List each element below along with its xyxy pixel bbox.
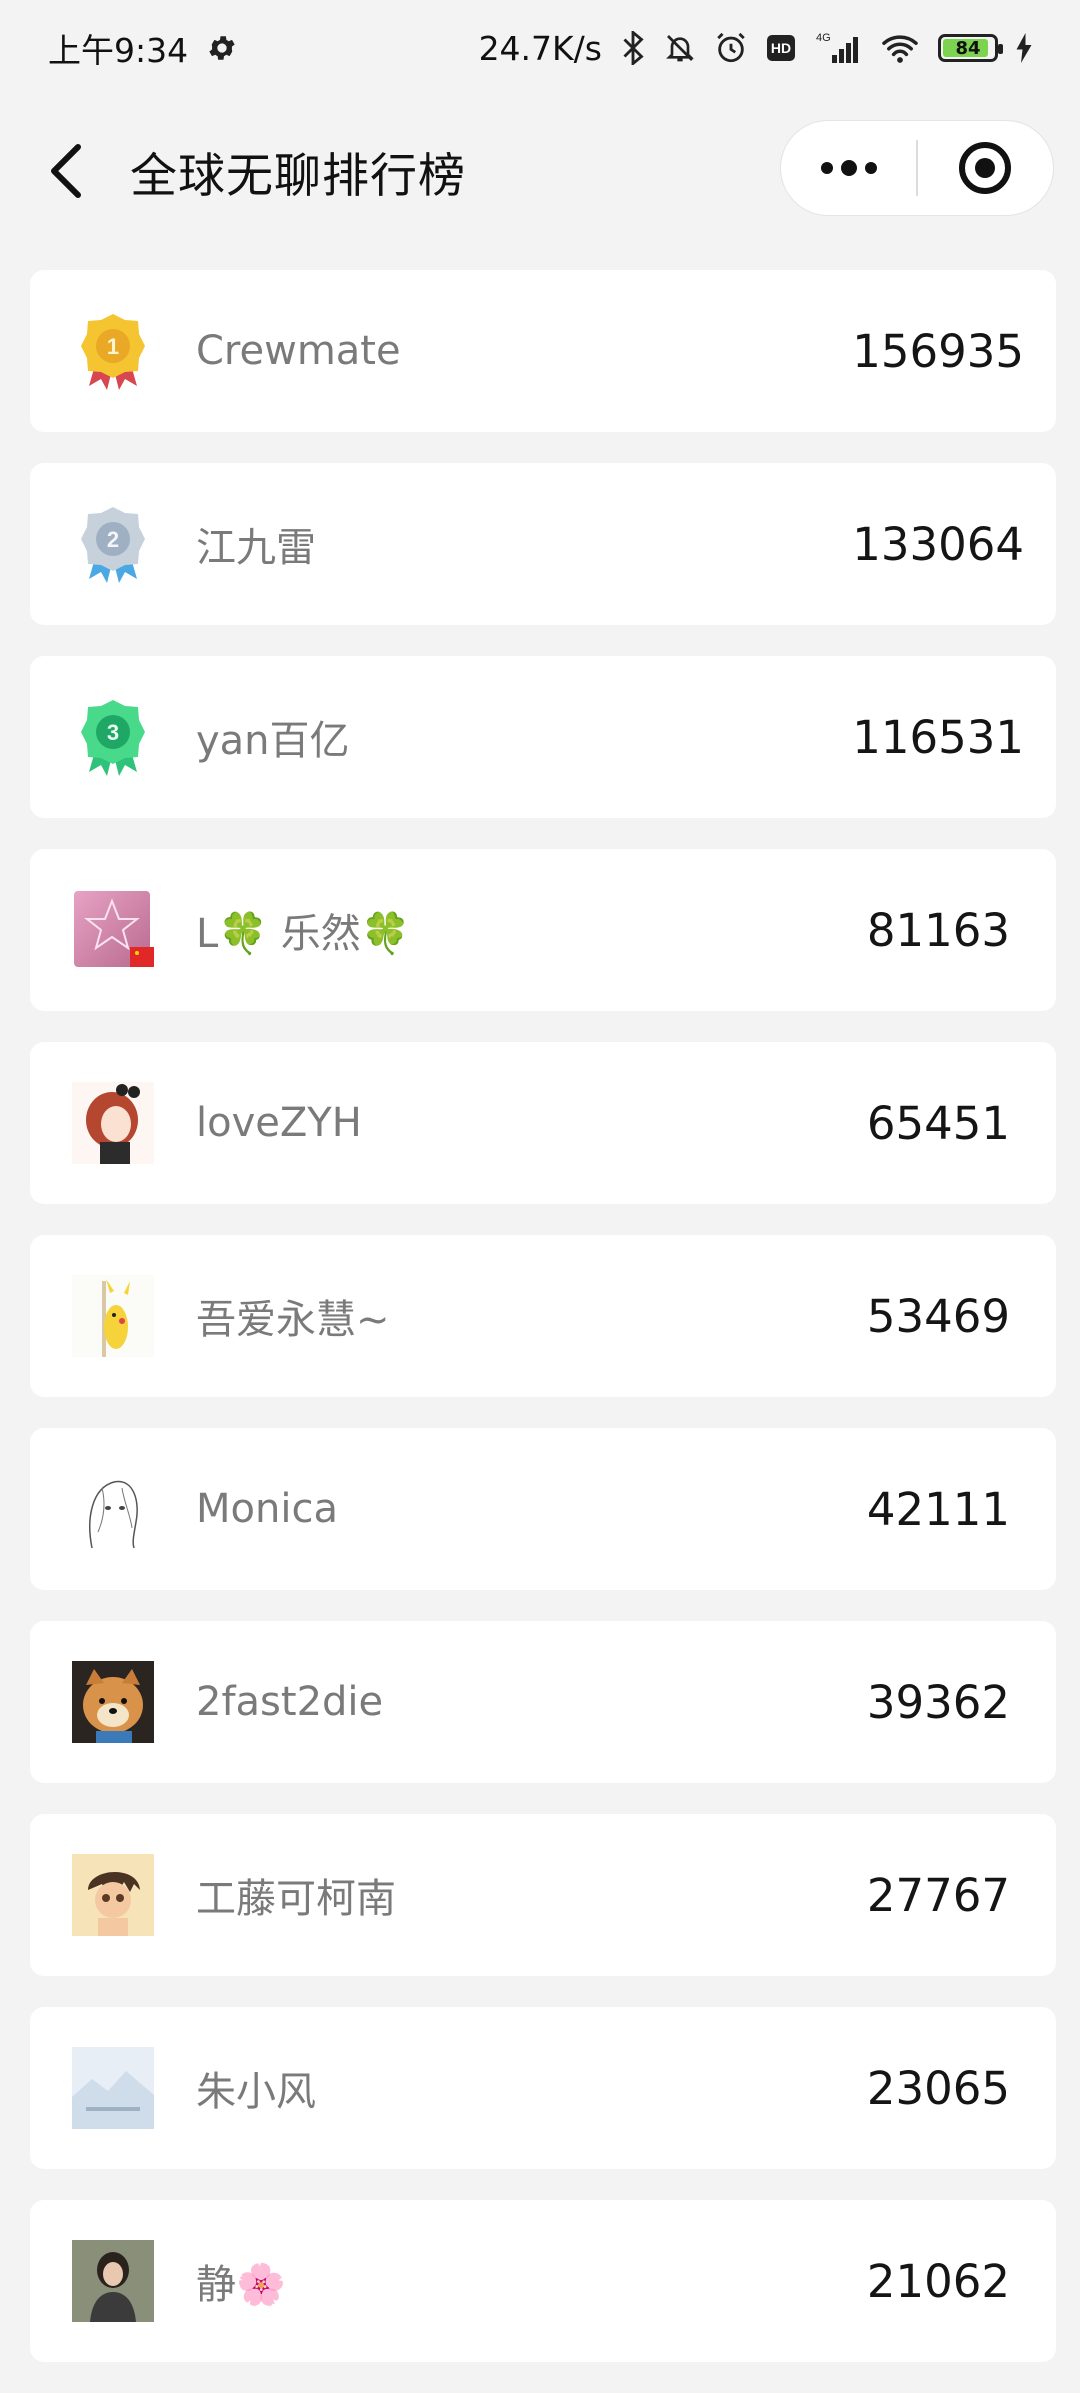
ranking-row[interactable]: L🍀 乐然🍀 81163 <box>30 849 1056 1011</box>
player-name: 朱小风 <box>196 2069 316 2115</box>
nav-header: 全球无聊排行榜 <box>0 96 1080 246</box>
ranking-row[interactable]: 朱小风 23065 <box>30 2007 1056 2169</box>
silver-medal-icon: 2 <box>72 503 154 585</box>
chevron-left-icon <box>51 144 81 198</box>
player-name: L🍀 乐然🍀 <box>196 911 411 957</box>
wifi-icon <box>880 32 920 64</box>
hd-icon: HD <box>766 34 796 62</box>
player-name: 工藤可柯南 <box>196 1876 396 1922</box>
bell-muted-icon <box>664 31 696 65</box>
charging-icon <box>1016 33 1032 63</box>
back-button[interactable] <box>36 131 96 211</box>
close-target-icon <box>959 142 1012 194</box>
player-score: 156935 <box>852 324 1024 378</box>
player-name: 2fast2die <box>196 1679 384 1725</box>
player-name: yan百亿 <box>196 718 350 764</box>
status-time: 上午9:34 <box>48 31 189 70</box>
avatar <box>72 1468 154 1550</box>
svg-text:3: 3 <box>107 720 119 745</box>
page-title: 全球无聊排行榜 <box>130 148 466 204</box>
player-name: 江九雷 <box>196 525 316 571</box>
battery-icon: 84 <box>938 34 1003 62</box>
player-name: 静🌸 <box>196 2262 286 2308</box>
network-speed: 24.7K/s <box>478 28 602 68</box>
avatar <box>72 1275 154 1357</box>
signal-icon: 4G <box>814 31 862 65</box>
ranking-row[interactable]: 静🌸 21062 <box>30 2200 1056 2362</box>
avatar <box>72 1661 154 1743</box>
svg-text:1: 1 <box>107 334 119 359</box>
player-score: 21062 <box>866 2254 1010 2308</box>
svg-text:2: 2 <box>107 527 119 552</box>
player-score: 42111 <box>866 1482 1010 1536</box>
avatar <box>72 889 154 971</box>
player-name: loveZYH <box>196 1100 362 1146</box>
battery-level: 84 <box>955 37 981 59</box>
status-left: 上午9:34 <box>48 24 238 72</box>
player-score: 53469 <box>866 1289 1010 1343</box>
gear-icon <box>206 32 238 64</box>
player-score: 133064 <box>852 517 1024 571</box>
ranking-row[interactable]: loveZYH 65451 <box>30 1042 1056 1204</box>
bluetooth-icon <box>620 31 646 65</box>
player-score: 39362 <box>866 1675 1010 1729</box>
status-bar: 上午9:34 24.7K/s HD 4G 84 <box>0 0 1080 96</box>
network-type: 4G <box>816 32 831 44</box>
ranking-row[interactable]: Monica 42111 <box>30 1428 1056 1590</box>
avatar <box>72 2047 154 2129</box>
green-medal-icon: 3 <box>72 696 154 778</box>
alarm-icon <box>714 31 748 65</box>
avatar <box>72 1854 154 1936</box>
more-dots-icon <box>820 160 877 176</box>
player-score: 81163 <box>866 903 1010 957</box>
ranking-row[interactable]: 1 Crewmate 156935 <box>30 270 1056 432</box>
ranking-row[interactable]: 吾爱永慧~ 53469 <box>30 1235 1056 1397</box>
player-name: 吾爱永慧~ <box>196 1297 390 1343</box>
player-score: 27767 <box>866 1868 1010 1922</box>
ranking-row[interactable]: 工藤可柯南 27767 <box>30 1814 1056 1976</box>
ranking-row[interactable]: 2fast2die 39362 <box>30 1621 1056 1783</box>
player-name: Monica <box>196 1486 338 1532</box>
player-score: 23065 <box>866 2061 1010 2115</box>
avatar <box>72 1082 154 1164</box>
close-button[interactable] <box>918 120 1053 216</box>
player-score: 116531 <box>852 710 1024 764</box>
svg-text:HD: HD <box>771 40 791 56</box>
status-right: 24.7K/s HD 4G 84 <box>479 29 1032 68</box>
player-score: 65451 <box>866 1096 1010 1150</box>
gold-medal-icon: 1 <box>72 310 154 392</box>
ranking-list: 1 Crewmate 156935 2 江九雷 133064 3 yan百亿 1… <box>30 270 1056 2393</box>
more-button[interactable] <box>781 120 916 216</box>
ranking-row[interactable]: 2 江九雷 133064 <box>30 463 1056 625</box>
ranking-row[interactable]: 3 yan百亿 116531 <box>30 656 1056 818</box>
avatar <box>72 2240 154 2322</box>
mini-program-capsule <box>780 120 1054 216</box>
player-name: Crewmate <box>196 328 401 374</box>
